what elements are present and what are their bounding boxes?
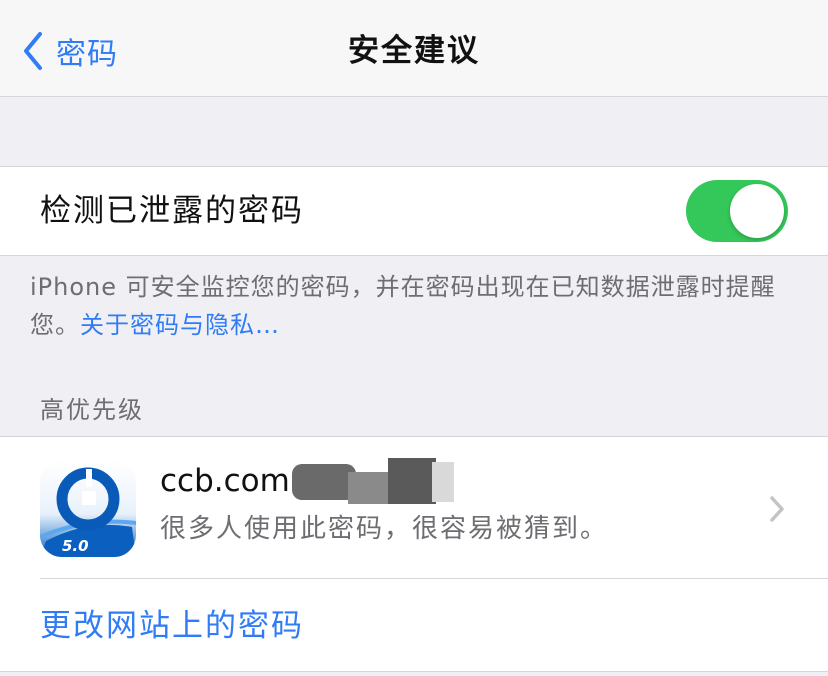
app-icon-badge: 5.0: [62, 537, 89, 555]
page-title: 安全建议: [348, 33, 480, 69]
change-password-on-website-button[interactable]: 更改网站上的密码: [40, 600, 304, 652]
switch-knob: [730, 184, 784, 238]
detect-leaked-passwords-label: 检测已泄露的密码: [40, 193, 304, 229]
redaction-mark: [291, 458, 462, 504]
entry-warning: 很多人使用此密码，很容易被猜到。: [160, 514, 609, 544]
detect-leaked-passwords-switch[interactable]: [686, 180, 788, 242]
ccb-bank-app-icon: 5.0: [40, 461, 136, 557]
section-header-high-priority: 高优先级: [40, 396, 144, 424]
chevron-right-icon: [766, 494, 788, 524]
footer-note: iPhone 可安全监控您的密码，并在密码出现在已知数据泄露时提醒您。关于密码与…: [30, 268, 800, 344]
security-recommendations-screen: 密码 安全建议 检测已泄露的密码 iPhone 可安全监控您的密码，并在密码出现…: [0, 0, 828, 676]
navigation-bar: 密码 安全建议: [0, 0, 828, 97]
password-privacy-link[interactable]: 关于密码与隐私…: [80, 311, 280, 339]
entry-site: ccb.com: [160, 463, 290, 499]
row-divider: [40, 578, 828, 579]
entry-title-wrap: ccb.com: [160, 458, 462, 504]
